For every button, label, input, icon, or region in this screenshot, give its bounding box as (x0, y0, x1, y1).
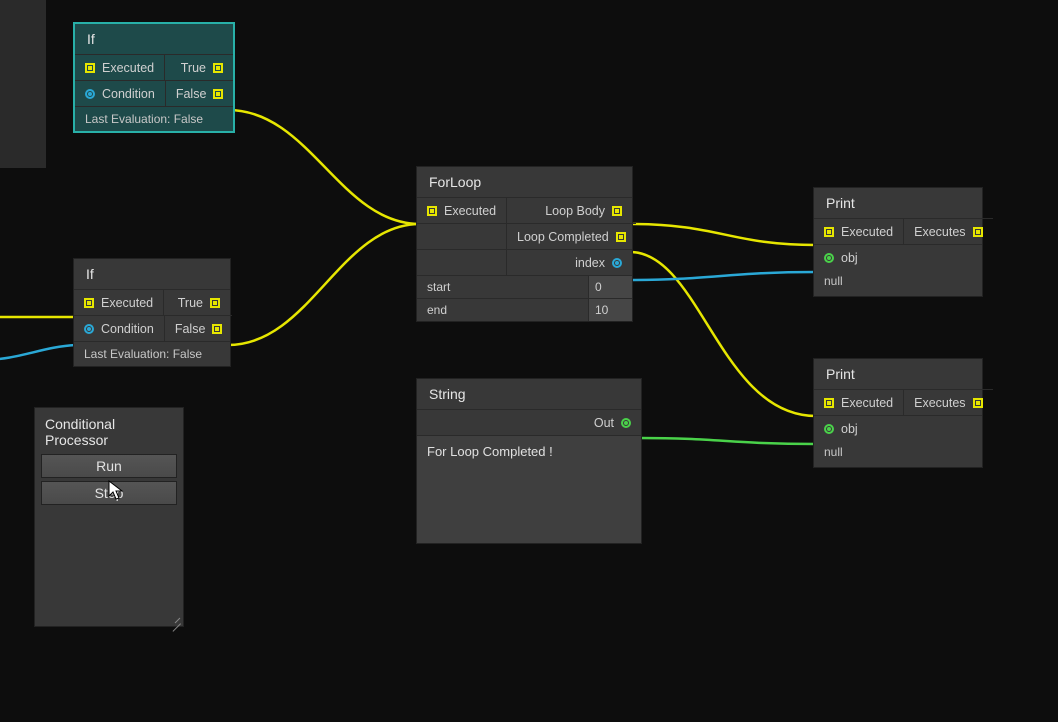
port-condition-in[interactable]: Condition (74, 315, 165, 341)
exec-pin-icon (612, 206, 622, 216)
panel-title: Conditional Processor (41, 414, 177, 454)
empty-cell (417, 249, 507, 275)
port-true-out[interactable]: True (164, 289, 230, 315)
data-pin-icon (612, 258, 622, 268)
field-start-value[interactable]: 0 (588, 276, 632, 298)
run-button[interactable]: Run (41, 454, 177, 478)
port-index-out[interactable]: index (507, 249, 632, 275)
port-obj-in[interactable]: obj (814, 244, 982, 270)
node-null-text: null (814, 270, 982, 296)
port-executed-in[interactable]: Executed (814, 389, 904, 415)
bg-strip (0, 0, 46, 168)
data-pin-icon (85, 89, 95, 99)
empty-cell (417, 223, 507, 249)
exec-pin-icon (824, 227, 834, 237)
exec-pin-icon (212, 324, 222, 334)
port-executed-in[interactable]: Executed (814, 218, 904, 244)
data-pin-icon (621, 418, 631, 428)
data-pin-icon (824, 253, 834, 263)
exec-pin-icon (824, 398, 834, 408)
string-value[interactable]: For Loop Completed ! (417, 435, 641, 543)
exec-pin-icon (213, 63, 223, 73)
port-obj-in[interactable]: obj (814, 415, 982, 441)
node-print-1[interactable]: Print Executed Executes obj null (813, 187, 983, 297)
port-false-out[interactable]: False (165, 315, 233, 341)
port-executed-in[interactable]: Executed (75, 54, 165, 80)
port-executes-out[interactable]: Executes (904, 389, 992, 415)
node-footer: Last Evaluation: False (74, 341, 230, 366)
node-title: If (75, 24, 233, 54)
node-null-text: null (814, 441, 982, 467)
port-loop-completed-out[interactable]: Loop Completed (507, 223, 636, 249)
exec-pin-icon (210, 298, 220, 308)
exec-pin-icon (973, 227, 983, 237)
port-executed-in[interactable]: Executed (417, 197, 507, 223)
field-end-value[interactable]: 10 (588, 299, 632, 321)
node-title: If (74, 259, 230, 289)
port-false-out[interactable]: False (166, 80, 234, 106)
node-forloop[interactable]: ForLoop Executed Loop Body Loop Complete… (416, 166, 633, 322)
resize-grip-icon[interactable] (171, 614, 181, 624)
node-if-2[interactable]: If Executed True Condition False Last Ev… (73, 258, 231, 367)
exec-pin-icon (427, 206, 437, 216)
node-print-2[interactable]: Print Executed Executes obj null (813, 358, 983, 468)
node-string[interactable]: String Out For Loop Completed ! (416, 378, 642, 544)
exec-pin-icon (616, 232, 626, 242)
node-title: Print (814, 188, 982, 218)
panel-body (41, 508, 177, 620)
port-executed-in[interactable]: Executed (74, 289, 164, 315)
port-true-out[interactable]: True (165, 54, 233, 80)
panel-conditional-processor[interactable]: Conditional Processor Run Step (34, 407, 184, 627)
node-if-1[interactable]: If Executed True Condition False Last Ev… (73, 22, 235, 133)
data-pin-icon (824, 424, 834, 434)
port-condition-in[interactable]: Condition (75, 80, 166, 106)
step-button[interactable]: Step (41, 481, 177, 505)
field-start[interactable]: start 0 (417, 275, 632, 298)
exec-pin-icon (85, 63, 95, 73)
field-end[interactable]: end 10 (417, 298, 632, 321)
node-title: ForLoop (417, 167, 632, 197)
port-executes-out[interactable]: Executes (904, 218, 992, 244)
node-title: String (417, 379, 641, 409)
port-loop-body-out[interactable]: Loop Body (507, 197, 632, 223)
exec-pin-icon (213, 89, 223, 99)
node-footer: Last Evaluation: False (75, 106, 233, 131)
port-out[interactable]: Out (417, 409, 641, 435)
exec-pin-icon (84, 298, 94, 308)
data-pin-icon (84, 324, 94, 334)
node-title: Print (814, 359, 982, 389)
exec-pin-icon (973, 398, 983, 408)
